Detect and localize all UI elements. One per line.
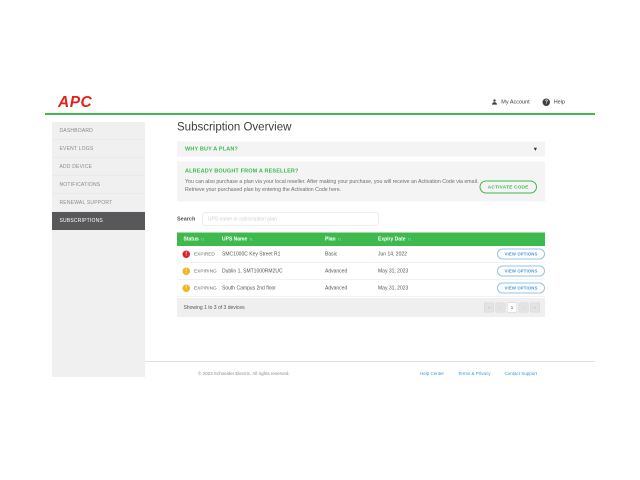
top-bar: APC My Account ? Help (45, 91, 595, 113)
person-icon (491, 99, 498, 106)
status-cell: ! EXPIRING (177, 284, 222, 292)
reseller-title: ALREADY BOUGHT FROM A RESELLER? (185, 168, 537, 174)
my-account-button[interactable]: My Account (491, 99, 530, 106)
pagination: « ‹ 1 › » (484, 303, 540, 313)
contact-support-link[interactable]: Contact Support (504, 371, 537, 376)
column-header-plan[interactable]: Plan ↑↓ (325, 237, 378, 243)
results-summary: Showing 1 to 3 of 3 devices (184, 305, 245, 311)
first-page-button[interactable]: « (484, 303, 494, 313)
status-label: EXPIRING (194, 268, 217, 274)
expiry-date-cell: May 31, 2023 (378, 285, 496, 291)
expiry-date-cell: Jun 14, 2022 (378, 251, 496, 257)
search-input[interactable] (202, 213, 378, 226)
ups-name-cell: SMC1000C Key Street R1 (222, 251, 325, 257)
view-options-button[interactable]: VIEW OPTIONS (497, 249, 545, 260)
sidebar-item-add-device[interactable]: ADD DEVICE (52, 158, 145, 176)
help-center-link[interactable]: Help Center (420, 371, 444, 376)
sort-icon: ↑↓ (201, 237, 204, 242)
plan-cell: Basic (325, 251, 378, 257)
status-cell: ! EXPIRING (177, 267, 222, 275)
page-title: Subscription Overview (177, 120, 545, 134)
sort-icon: ↑↓ (249, 237, 252, 242)
view-options-button[interactable]: VIEW OPTIONS (497, 266, 545, 277)
terms-privacy-link[interactable]: Terms & Privacy (458, 371, 491, 376)
sort-icon: ↑↓ (338, 237, 341, 242)
action-cell: VIEW OPTIONS (496, 266, 545, 277)
expiry-date-cell: May 31, 2023 (378, 268, 496, 274)
column-header-ups-name[interactable]: UPS Name ↑↓ (222, 237, 325, 243)
status-cell: ! EXPIRED (177, 250, 222, 258)
help-label: Help (554, 99, 565, 105)
sidebar-item-renewal-support[interactable]: RENEWAL SUPPORT (52, 194, 145, 212)
chevron-down-icon: ▾ (534, 145, 537, 153)
previous-page-button[interactable]: ‹ (496, 303, 506, 313)
plan-cell: Advanced (325, 285, 378, 291)
apc-logo: APC (45, 93, 92, 111)
reseller-description: You can also purchase a plan via your lo… (185, 178, 485, 194)
site-footer: © 2023 Schneider Electric. All rights re… (145, 367, 595, 380)
expiring-status-icon: ! (183, 284, 191, 292)
sidebar-item-notifications[interactable]: NOTIFICATIONS (52, 176, 145, 194)
column-header-status[interactable]: Status ↑↓ (177, 237, 222, 243)
last-page-button[interactable]: » (530, 303, 540, 313)
column-header-expiry-date[interactable]: Expiry Date ↑↓ (378, 237, 496, 243)
sort-icon: ↑↓ (408, 237, 411, 242)
footer-divider (145, 361, 595, 362)
table-row: ! EXPIRING Dublin 1, SMT1000RM2UC Advanc… (177, 263, 545, 280)
next-page-button[interactable]: › (519, 303, 529, 313)
sidebar-item-dashboard[interactable]: DASHBOARD (52, 122, 145, 140)
table-footer: Showing 1 to 3 of 3 devices « ‹ 1 › » (177, 298, 545, 317)
sidebar-item-event-logs[interactable]: EVENT LOGS (52, 140, 145, 158)
sidebar: DASHBOARD EVENT LOGS ADD DEVICE NOTIFICA… (52, 122, 145, 377)
main-content: Subscription Overview WHY BUY A PLAN? ▾ … (177, 120, 545, 317)
my-account-label: My Account (501, 99, 529, 105)
ups-name-cell: South Campus 2nd floor (222, 285, 325, 291)
action-cell: VIEW OPTIONS (496, 249, 545, 260)
account-area: My Account ? Help (491, 98, 595, 106)
action-cell: VIEW OPTIONS (496, 283, 545, 294)
page: APC My Account ? Help DASHBOARD EVENT LO… (0, 0, 640, 480)
sidebar-item-subscriptions[interactable]: SUBSCRIPTIONS (52, 212, 145, 230)
table-row: ! EXPIRED SMC1000C Key Street R1 Basic J… (177, 246, 545, 263)
search-row: Search (177, 213, 545, 226)
activate-code-button[interactable]: ACTIVATE CODE (479, 181, 537, 194)
status-label: EXPIRED (194, 251, 215, 257)
why-buy-a-plan-label: WHY BUY A PLAN? (185, 146, 238, 152)
footer-links: Help Center Terms & Privacy Contact Supp… (420, 371, 595, 376)
subscriptions-table: Status ↑↓ UPS Name ↑↓ Plan ↑↓ Expiry Dat… (177, 233, 545, 318)
why-buy-a-plan-accordion[interactable]: WHY BUY A PLAN? ▾ (177, 142, 545, 157)
expiring-status-icon: ! (183, 267, 191, 275)
help-button[interactable]: ? Help (543, 98, 565, 106)
view-options-button[interactable]: VIEW OPTIONS (497, 283, 545, 294)
table-header-row: Status ↑↓ UPS Name ↑↓ Plan ↑↓ Expiry Dat… (177, 233, 545, 247)
expired-status-icon: ! (183, 250, 191, 258)
page-1-button[interactable]: 1 (507, 303, 517, 313)
help-icon: ? (543, 98, 551, 106)
header-divider (45, 113, 595, 115)
copyright-text: © 2023 Schneider Electric. All rights re… (145, 371, 290, 376)
ups-name-cell: Dublin 1, SMT1000RM2UC (222, 268, 325, 274)
plan-cell: Advanced (325, 268, 378, 274)
table-row: ! EXPIRING South Campus 2nd floor Advanc… (177, 280, 545, 297)
search-label: Search (177, 216, 195, 222)
status-label: EXPIRING (194, 285, 217, 291)
reseller-panel: ALREADY BOUGHT FROM A RESELLER? You can … (177, 162, 545, 202)
